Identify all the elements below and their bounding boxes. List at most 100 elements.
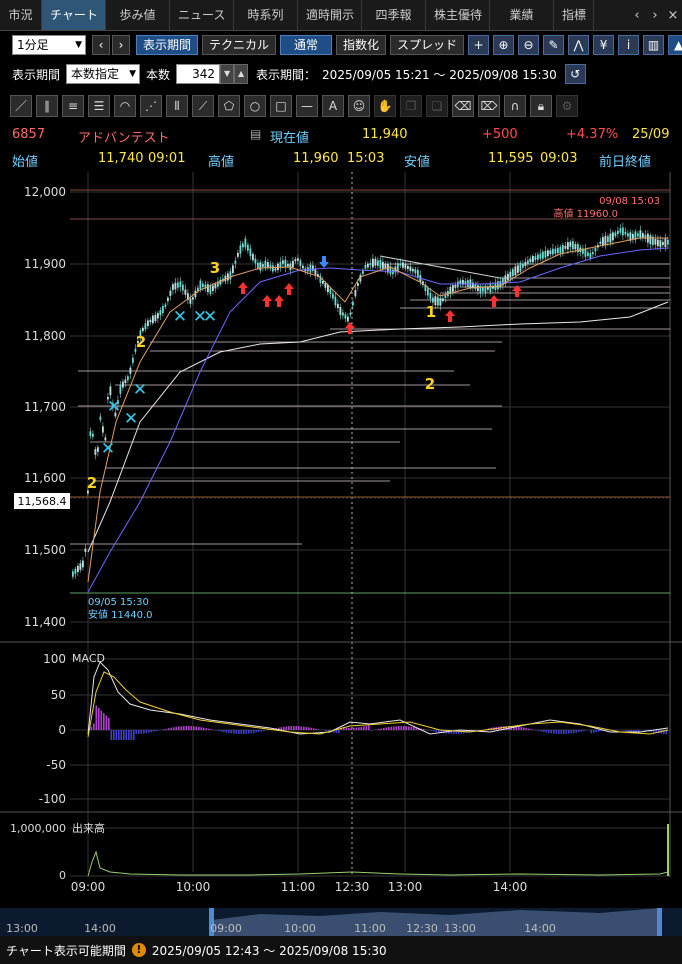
stock-name: アドバンテスト [78, 131, 170, 146]
change-pct: +4.37% [566, 127, 619, 142]
tab-chart[interactable]: チャート [42, 0, 106, 30]
period-mode-select[interactable]: 本数指定 [66, 64, 141, 84]
refresh-icon[interactable]: ↺ [564, 64, 586, 84]
paste-icon[interactable]: ❏ [426, 95, 448, 117]
spread-button[interactable]: スプレッド [390, 35, 465, 55]
low-annotation: 安値 11440.0 [88, 608, 153, 621]
svg-text:14:00: 14:00 [524, 922, 556, 935]
hline-icon[interactable]: — [296, 95, 318, 117]
lock-icon[interactable]: 🔒︎ [530, 95, 552, 117]
fan-line-icon[interactable]: ⋰ [140, 95, 162, 117]
volume-line [87, 850, 669, 877]
tab-prev-icon[interactable]: ‹ [628, 8, 646, 23]
tab-disclosure[interactable]: 適時開示 [298, 0, 362, 30]
svg-text:-100: -100 [39, 792, 66, 806]
y-tick-11700: 11,700 [24, 400, 66, 414]
pentagon-icon[interactable]: ⬠ [218, 95, 240, 117]
tab-timeseries[interactable]: 時系列 [234, 0, 298, 30]
tab-bar: 市況 チャート 歩み値 ニュース 時系列 適時開示 四季報 株主優待 業績 指標 [0, 0, 682, 31]
low-annotation-time: 09/05 15:30 [88, 597, 149, 608]
high-time: 15:03 [347, 151, 385, 166]
zoom-in-icon[interactable]: ⊕ [493, 35, 515, 55]
drawing-tools: ／ ∥ ≡ ☰ ◠ ⋰ ⦀ ⟋ ⬠ ○ □ — A ☺ ✋ ❐ ❏ ⌫ ⌦ ∩ … [10, 95, 582, 117]
eraser-icon[interactable]: ⌫ [452, 95, 474, 117]
moving-average-short [87, 237, 668, 583]
svg-text:11:00: 11:00 [281, 880, 316, 894]
y-tick-11500: 11,500 [24, 543, 66, 557]
fan-arc-icon[interactable]: ◠ [114, 95, 136, 117]
svg-text:50: 50 [51, 688, 66, 702]
volume-axis-zero: 0 [59, 869, 66, 882]
high-annotation: 高値 11960.0 [553, 207, 618, 220]
tab-indicators[interactable]: 指標 [554, 0, 594, 30]
svg-text:14:00: 14:00 [84, 922, 116, 935]
index-button[interactable]: 指数化 [336, 35, 387, 55]
zoom-out-icon[interactable]: ⊖ [518, 35, 540, 55]
yen-icon[interactable]: ¥ [593, 35, 615, 55]
circle-icon[interactable]: ○ [244, 95, 266, 117]
svg-text:3: 3 [210, 259, 220, 277]
time-axis: 09:00 10:00 11:00 12:30 13:00 14:00 [71, 880, 528, 894]
period-label: 表示期間 [12, 67, 61, 82]
stamp-icon[interactable]: ☺ [348, 95, 370, 117]
next-icon[interactable]: › [112, 35, 130, 55]
crosshair-icon[interactable]: + [468, 35, 490, 55]
tab-news[interactable]: ニュース [170, 0, 234, 30]
count-down-icon[interactable]: ▼ [220, 64, 235, 84]
rectangle-icon[interactable]: □ [270, 95, 292, 117]
technical-button[interactable]: テクニカル [202, 35, 277, 55]
svg-text:✕: ✕ [124, 409, 138, 429]
tab-tick[interactable]: 歩み値 [106, 0, 170, 30]
open-value: 11,740 [98, 151, 144, 166]
ohlc-row: 始値 11,740 09:01 高値 11,960 15:03 安値 11,59… [0, 149, 682, 170]
magnet-icon[interactable]: ∩ [504, 95, 526, 117]
area-chart-icon[interactable]: ▲ [668, 35, 682, 55]
y-tick-11400: 11,400 [24, 615, 66, 629]
prev-icon[interactable]: ‹ [92, 35, 110, 55]
macd-axis: 100 50 0 -50 -100 [39, 652, 66, 806]
parallel-line-icon[interactable]: ∥ [36, 95, 58, 117]
display-period-button[interactable]: 表示期間 [136, 35, 199, 55]
info-icon[interactable]: i [618, 35, 640, 55]
candlesticks [72, 222, 669, 580]
price-chart[interactable]: 12,000 11,900 11,800 11,700 11,600 11,50… [0, 172, 682, 952]
svg-text:✕: ✕ [133, 380, 147, 400]
eraser-all-icon[interactable]: ⌦ [478, 95, 500, 117]
channel-icon[interactable]: ≡ [62, 95, 84, 117]
open-label: 始値 [12, 155, 39, 170]
tab-next-icon[interactable]: › [646, 8, 664, 23]
stock-header: 6857 アドバンテスト ▤ 現在値 11,940 +500 +4.37% 25… [0, 125, 682, 146]
close-icon[interactable]: × [664, 8, 682, 23]
pen-icon[interactable]: ✎ [543, 35, 565, 55]
tab-yutai[interactable]: 株主優待 [426, 0, 490, 30]
text-icon[interactable]: A [322, 95, 344, 117]
svg-text:10:00: 10:00 [284, 922, 316, 935]
interval-select[interactable]: 1分足 [12, 35, 86, 55]
compare-icon[interactable]: ⋀ [568, 35, 590, 55]
low-value: 11,595 [488, 151, 534, 166]
quote-date: 25/09 [632, 127, 670, 142]
settings-icon[interactable]: ⚙ [556, 95, 578, 117]
list-icon[interactable]: ▤ [250, 127, 261, 141]
move-icon[interactable]: ✋ [374, 95, 396, 117]
tab-earnings[interactable]: 業績 [490, 0, 554, 30]
count-input[interactable]: 342 [176, 64, 221, 84]
cycle-line-icon[interactable]: ⦀ [166, 95, 188, 117]
retracement-icon[interactable]: ☰ [88, 95, 110, 117]
my-settings-icon[interactable]: ▥ [643, 35, 665, 55]
stock-code: 6857 [12, 127, 46, 142]
high-annotation-time: 09/08 15:03 [599, 196, 660, 207]
tab-market[interactable]: 市況 [0, 0, 42, 30]
y-tick-11900: 11,900 [24, 257, 66, 271]
warning-icon: ! [131, 943, 146, 957]
svg-text:2: 2 [87, 474, 97, 492]
low-time: 09:03 [540, 151, 578, 166]
copy-icon[interactable]: ❐ [400, 95, 422, 117]
svg-text:10:00: 10:00 [176, 880, 211, 894]
count-up-icon[interactable]: ▲ [234, 64, 249, 84]
navigator-right-handle[interactable] [657, 908, 662, 936]
trendline-icon[interactable]: ／ [10, 95, 32, 117]
tab-shikiho[interactable]: 四季報 [362, 0, 426, 30]
gann-icon[interactable]: ⟋ [192, 95, 214, 117]
normal-button[interactable]: 通常 [280, 35, 333, 55]
